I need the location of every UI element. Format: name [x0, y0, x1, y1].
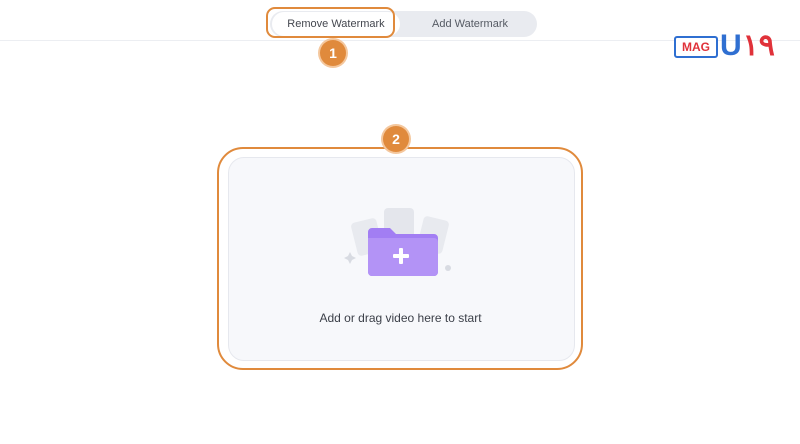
brand-wordmark-main: U [720, 29, 743, 62]
brand-logo: MAG U۱۹ [664, 27, 794, 65]
tab-add-watermark[interactable]: Add Watermark [406, 11, 534, 37]
step-1-badge: 1 [320, 40, 346, 66]
brand-wordmark-accent: ۱۹ [742, 29, 775, 62]
drop-zone-label: Add or drag video here to start [319, 311, 482, 325]
brand-badge: MAG [674, 36, 718, 58]
step-2-badge: 2 [383, 126, 409, 152]
step-1-highlight [266, 7, 395, 38]
add-folder-icon [344, 208, 451, 276]
sparkle-icon [344, 252, 356, 264]
brand-wordmark: U۱۹ [720, 27, 775, 65]
